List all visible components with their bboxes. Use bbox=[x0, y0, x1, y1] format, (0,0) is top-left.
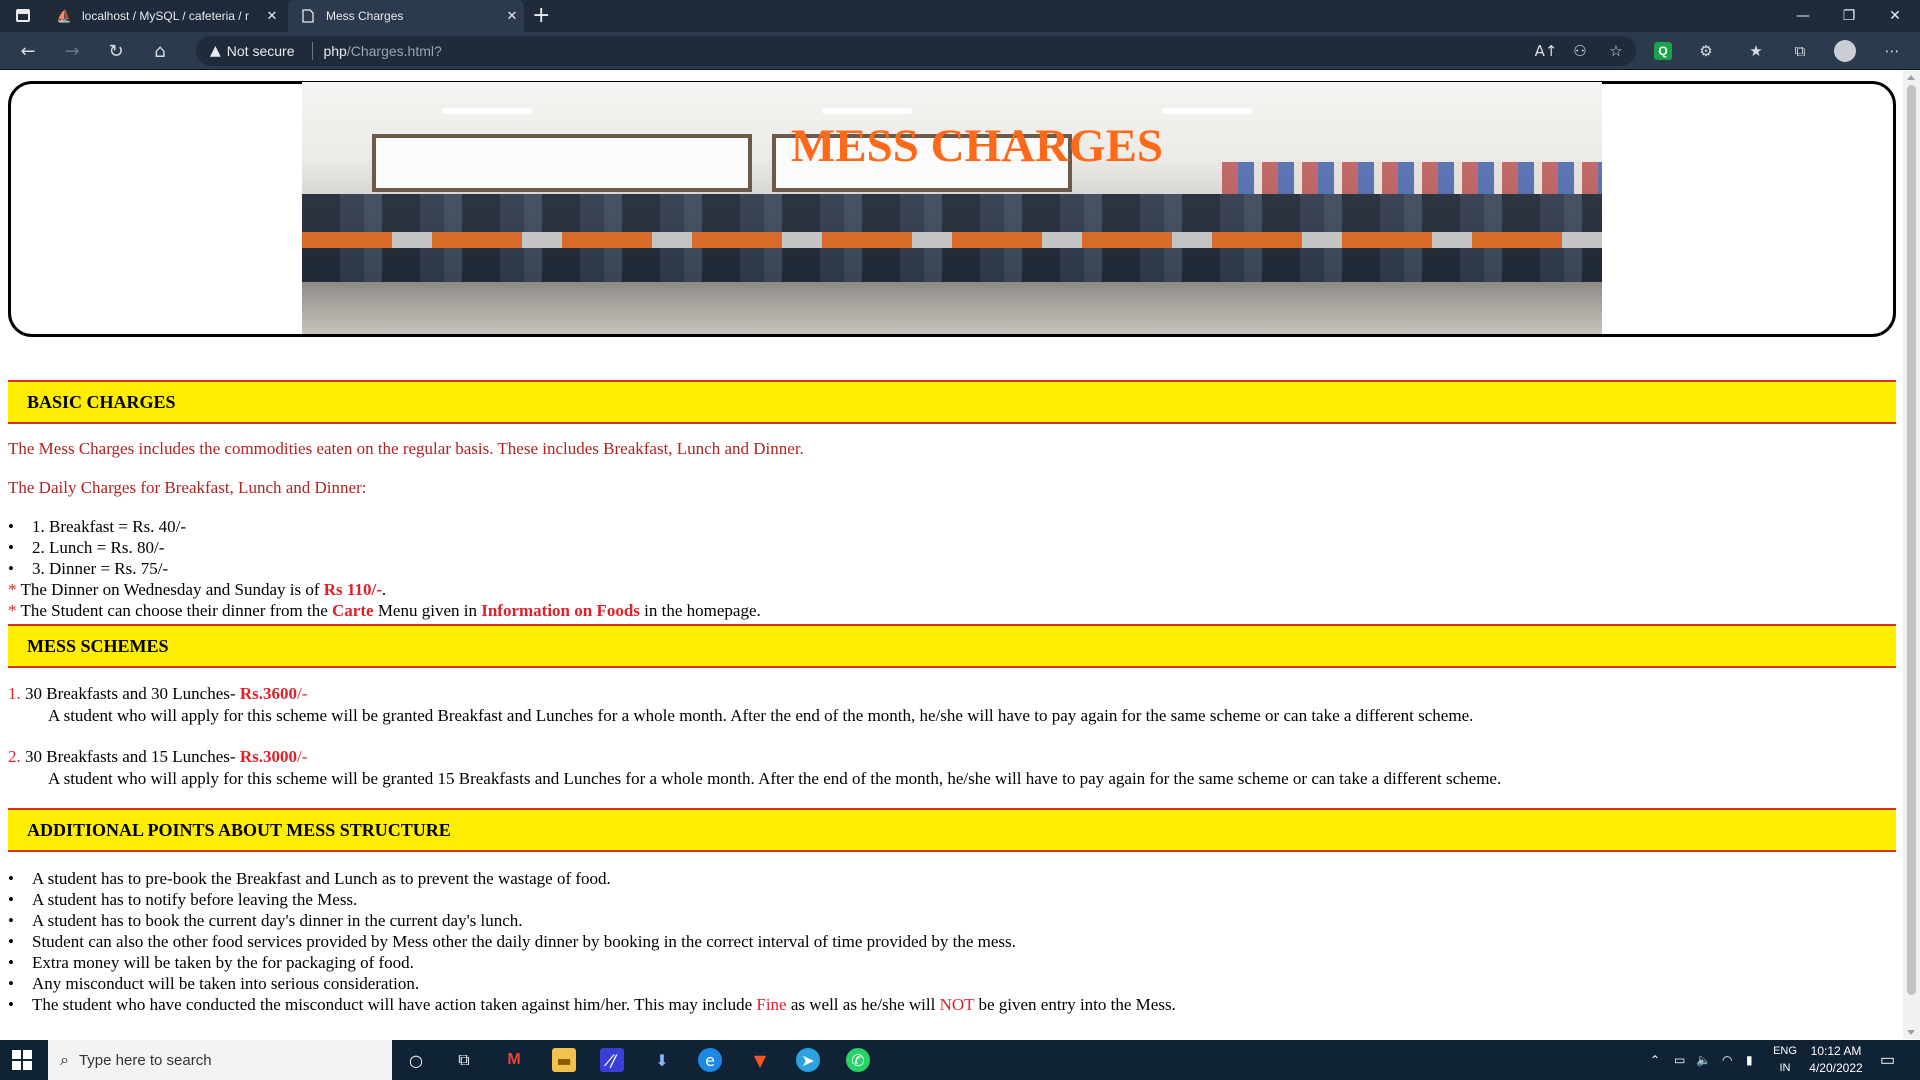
scheme-description: A student who will apply for this scheme… bbox=[48, 769, 1502, 788]
search-icon: ⌕ bbox=[60, 1050, 69, 1069]
fine-highlight: Fine bbox=[756, 995, 787, 1014]
add-favorite-icon[interactable]: ☆ bbox=[1604, 39, 1628, 63]
cortana-icon[interactable]: ○ bbox=[404, 1048, 428, 1072]
carte-note: * The Student can choose their dinner fr… bbox=[8, 601, 761, 620]
time: 10:12 AM bbox=[1810, 1044, 1862, 1058]
edge-icon[interactable]: e bbox=[698, 1048, 722, 1072]
url-host[interactable]: php bbox=[323, 43, 346, 59]
collections-icon[interactable]: ⧉ bbox=[1788, 39, 1812, 63]
dinner-note: * The Dinner on Wednesday and Sunday is … bbox=[8, 580, 387, 599]
close-window-icon[interactable]: ✕ bbox=[1872, 0, 1918, 32]
brave-icon[interactable]: ▼ bbox=[748, 1048, 772, 1072]
gmail-icon[interactable]: M bbox=[502, 1048, 526, 1072]
notifications-icon[interactable]: ▭ bbox=[1880, 1040, 1895, 1080]
minimize-icon[interactable]: — bbox=[1780, 0, 1826, 32]
app-icon[interactable]: ⬇ bbox=[650, 1048, 674, 1072]
forward-icon[interactable]: → bbox=[54, 32, 90, 70]
section-heading-basic: BASIC CHARGES bbox=[8, 380, 1896, 424]
power-icon[interactable]: ▮ bbox=[1746, 1040, 1753, 1080]
warning-icon[interactable]: ▲ bbox=[210, 43, 221, 59]
new-tab-button[interactable]: + bbox=[532, 3, 550, 28]
scheme-title: 1. 30 Breakfasts and 30 Lunches- Rs.3600… bbox=[8, 684, 308, 703]
tab-phpmyadmin[interactable]: ⛵ localhost / MySQL / cafeteria / r ✕ bbox=[44, 0, 284, 32]
page-scrollbar[interactable] bbox=[1903, 71, 1920, 1039]
scheme-title: 2. 30 Breakfasts and 15 Lunches- Rs.3000… bbox=[8, 747, 308, 766]
browser-tab-bar: ⛵ localhost / MySQL / cafeteria / r ✕ Me… bbox=[0, 0, 1920, 32]
scroll-up-icon[interactable] bbox=[1907, 75, 1915, 80]
favorites-icon[interactable]: ★ bbox=[1744, 39, 1768, 63]
scheme-price: Rs.3600 bbox=[239, 684, 297, 703]
wifi-icon[interactable]: ◠ bbox=[1722, 1040, 1732, 1080]
tab-title: Mess Charges bbox=[326, 9, 404, 23]
windows-taskbar: ⌕ Type here to search ○ ⧉ M ▬ ⁄/ ⬇ e ▼ ➤… bbox=[0, 1040, 1920, 1080]
page-title: MESS CHARGES bbox=[790, 120, 1164, 172]
section-heading-schemes: MESS SCHEMES bbox=[8, 624, 1896, 668]
home-icon[interactable]: ⌂ bbox=[142, 32, 178, 70]
visual-studio-icon[interactable]: ⁄/ bbox=[600, 1048, 624, 1072]
daily-charges-label: The Daily Charges for Breakfast, Lunch a… bbox=[8, 478, 367, 497]
scrollbar-thumb[interactable] bbox=[1907, 85, 1916, 995]
section-heading-additional: ADDITIONAL POINTS ABOUT MESS STRUCTURE bbox=[8, 808, 1896, 852]
carte-highlight: Carte bbox=[332, 601, 374, 620]
whatsapp-icon[interactable]: ✆ bbox=[846, 1048, 870, 1072]
restore-icon[interactable]: ❐ bbox=[1826, 0, 1872, 32]
volume-icon[interactable]: 🔈 bbox=[1696, 1040, 1711, 1080]
read-aloud-icon[interactable]: A↑ bbox=[1534, 39, 1558, 63]
taskbar-search[interactable]: ⌕ Type here to search bbox=[48, 1040, 392, 1080]
language-indicator[interactable]: ENG IN bbox=[1770, 1043, 1800, 1077]
url-path[interactable]: /Charges.html? bbox=[347, 43, 442, 59]
show-hidden-icons[interactable]: ⌃ bbox=[1650, 1040, 1660, 1080]
browser-toolbar: ← → ↻ ⌂ ▲ Not secure php /Charges.html? … bbox=[0, 32, 1920, 70]
date: 4/20/2022 bbox=[1809, 1061, 1863, 1075]
extension-q-icon[interactable]: Q bbox=[1654, 42, 1672, 60]
refresh-icon[interactable]: ↻ bbox=[98, 32, 134, 70]
tab-title: localhost / MySQL / cafeteria / r bbox=[82, 9, 249, 23]
basic-intro: The Mess Charges includes the commoditie… bbox=[8, 439, 804, 458]
page-viewport: MESS CHARGES BASIC CHARGES The Mess Char… bbox=[0, 71, 1903, 1039]
not-highlight: NOT bbox=[939, 995, 975, 1014]
security-label[interactable]: Not secure bbox=[227, 43, 295, 59]
windows-start-icon[interactable] bbox=[12, 1050, 32, 1070]
info-foods-highlight: Information on Foods bbox=[481, 601, 640, 620]
scheme-description: A student who will apply for this scheme… bbox=[48, 706, 1474, 725]
telegram-icon[interactable]: ➤ bbox=[796, 1048, 820, 1072]
tab-actions-icon[interactable] bbox=[16, 9, 30, 22]
address-bar[interactable]: ▲ Not secure php /Charges.html? bbox=[196, 36, 1636, 66]
search-placeholder: Type here to search bbox=[78, 1051, 212, 1069]
task-view-icon[interactable]: ⧉ bbox=[452, 1048, 476, 1072]
tab-mess-charges[interactable]: Mess Charges ✕ bbox=[288, 0, 524, 32]
clock[interactable]: 10:12 AM 4/20/2022 bbox=[1800, 1043, 1872, 1077]
file-explorer-icon[interactable]: ▬ bbox=[552, 1048, 576, 1072]
close-tab-icon[interactable]: ✕ bbox=[500, 8, 524, 24]
battery-icon[interactable]: ▭ bbox=[1674, 1040, 1685, 1080]
page-icon bbox=[300, 8, 316, 24]
close-tab-icon[interactable]: ✕ bbox=[260, 8, 284, 24]
scheme-price: Rs.3000 bbox=[239, 747, 297, 766]
more-menu-icon[interactable]: ⋯ bbox=[1880, 39, 1904, 63]
user-settings-icon[interactable]: ⚇ bbox=[1568, 39, 1592, 63]
phpmyadmin-icon: ⛵ bbox=[56, 9, 72, 23]
extensions-icon[interactable]: ⚙ bbox=[1694, 39, 1718, 63]
dinner-price: Rs 110/- bbox=[323, 580, 382, 599]
scroll-down-icon[interactable] bbox=[1907, 1030, 1915, 1035]
divider bbox=[312, 42, 314, 60]
profile-avatar[interactable] bbox=[1834, 40, 1856, 62]
back-icon[interactable]: ← bbox=[10, 32, 46, 70]
